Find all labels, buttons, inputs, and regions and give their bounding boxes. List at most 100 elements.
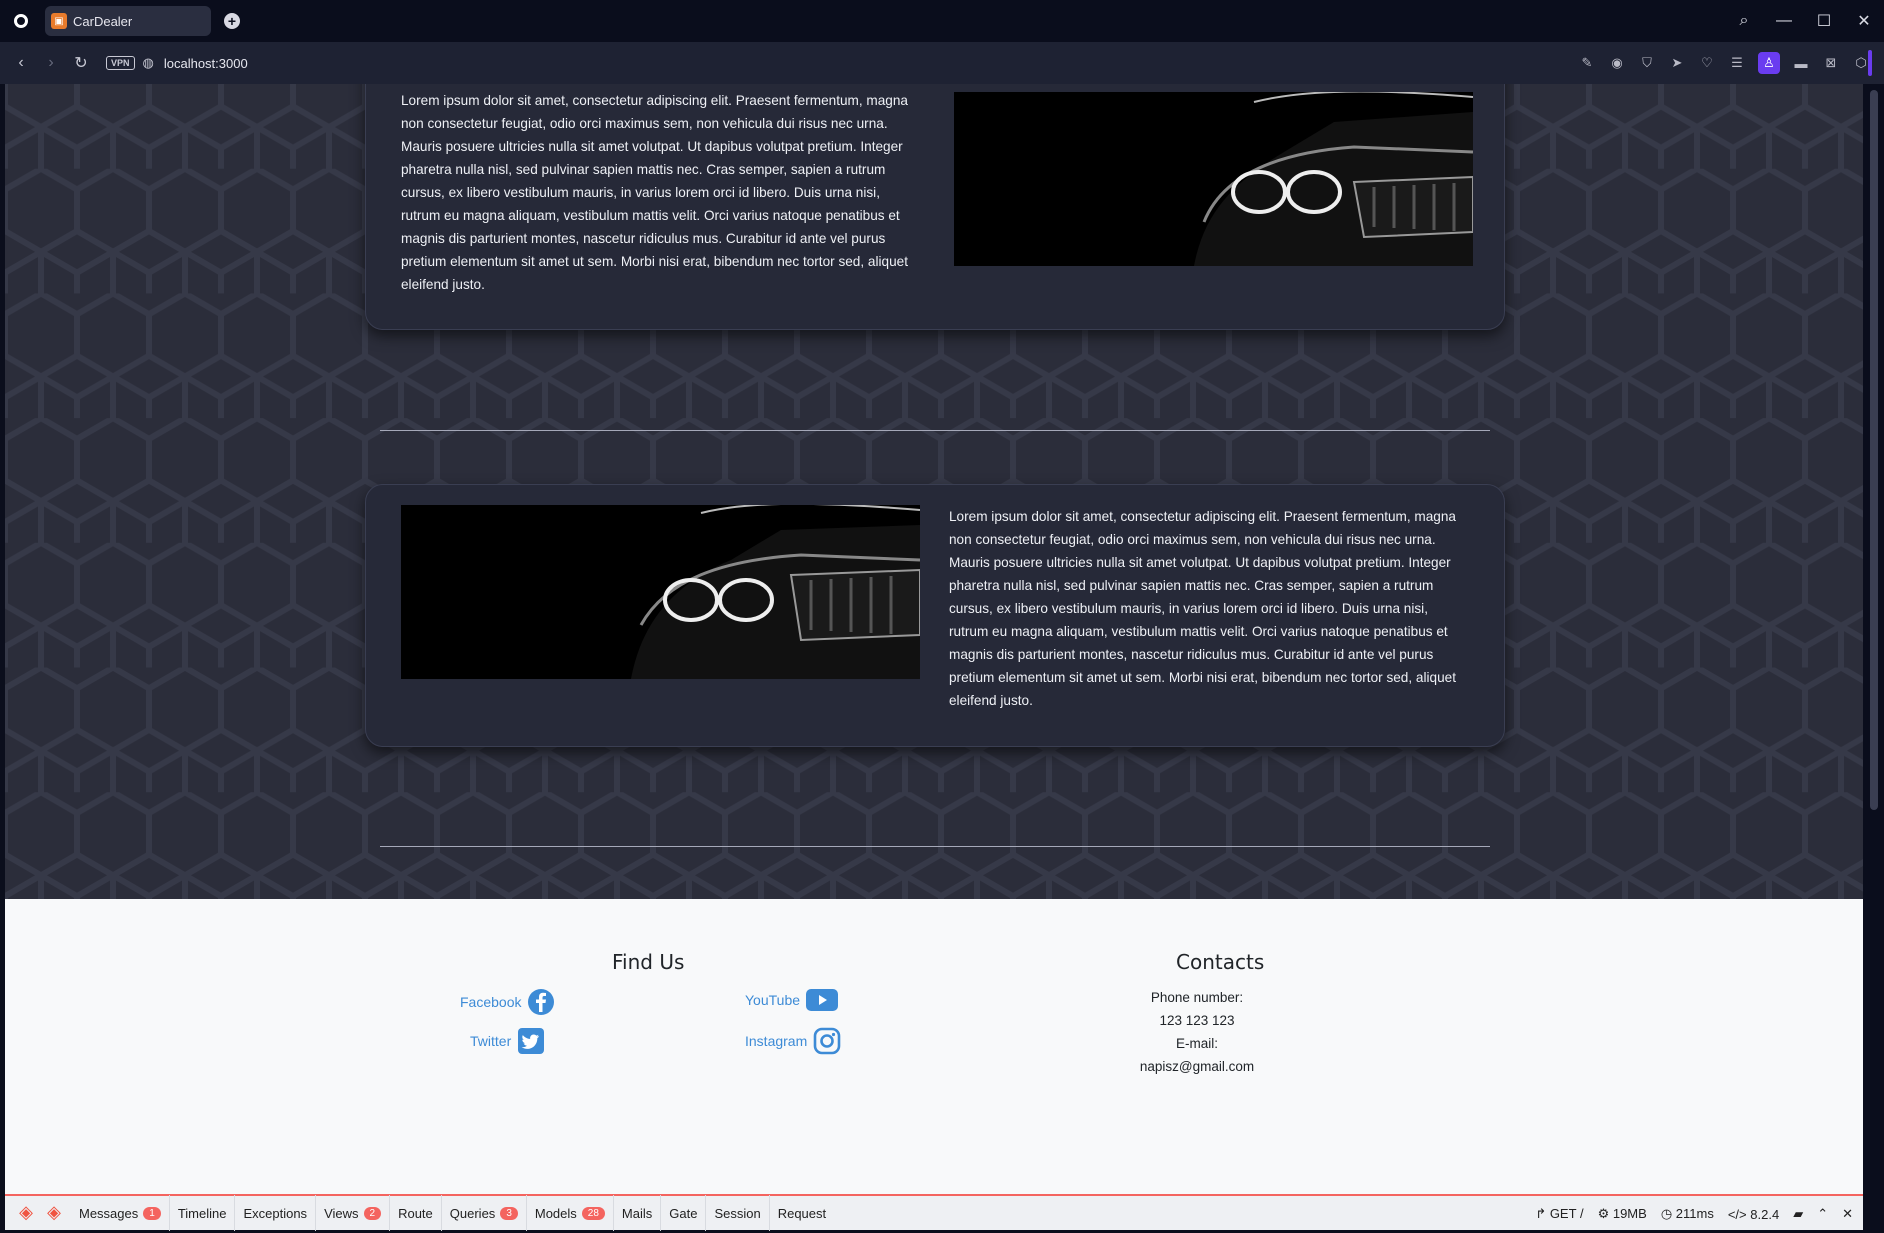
- debug-tab-label: Request: [777, 1205, 827, 1221]
- debug-tab-models[interactable]: Models 28: [527, 1195, 614, 1231]
- settings-sliders-icon[interactable]: ☰: [1728, 55, 1746, 71]
- debug-tab-badge: 2: [363, 1206, 382, 1220]
- youtube-link[interactable]: YouTube: [745, 988, 839, 1012]
- debug-tab-views[interactable]: Views 2: [316, 1195, 391, 1231]
- debug-tab-label: Views: [324, 1205, 359, 1221]
- debug-tab-badge: 1: [143, 1206, 161, 1220]
- debug-tab-label: Exceptions: [243, 1205, 308, 1221]
- memory-usage[interactable]: ⚙ 19MB: [1598, 1206, 1647, 1222]
- reload-icon[interactable]: ↻: [66, 53, 96, 73]
- clock-icon: ◷: [1660, 1206, 1673, 1221]
- debug-tab-badge: 28: [581, 1206, 605, 1220]
- card-text: Lorem ipsum dolor sit amet, consectetur …: [949, 509, 1456, 708]
- email-address: napisz@gmail.com: [1139, 1059, 1255, 1074]
- sidebar-accent: [1868, 50, 1872, 76]
- find-us-heading: Find Us: [612, 950, 685, 974]
- request-method-label: GET: [1549, 1206, 1577, 1221]
- send-icon[interactable]: ➤: [1668, 55, 1686, 71]
- content-card: Lorem ipsum dolor sit amet, consectetur …: [365, 84, 1505, 330]
- debug-tab-label: Gate: [669, 1205, 698, 1221]
- divider: [380, 846, 1490, 847]
- forward-icon[interactable]: ›: [36, 54, 66, 72]
- phone-label: Phone number:: [1150, 990, 1244, 1005]
- debug-tab-exceptions[interactable]: Exceptions: [235, 1195, 317, 1231]
- twitter-label: Twitter: [470, 1033, 512, 1049]
- divider: [380, 430, 1490, 431]
- folder-icon[interactable]: ▰: [1793, 1206, 1803, 1222]
- request-time[interactable]: ◷ 211ms: [1661, 1206, 1714, 1222]
- shield-icon[interactable]: ⛉: [1638, 55, 1656, 71]
- tab-title: CarDealer: [73, 13, 133, 29]
- sidebar-icon[interactable]: ▬: [1792, 56, 1810, 71]
- browser-tab[interactable]: ▣ CarDealer: [45, 6, 211, 36]
- scrollbar-thumb[interactable]: [1870, 90, 1878, 810]
- footer: Find Us Facebook YouTube Twitter Instagr…: [5, 899, 1863, 1194]
- debug-tab-label: Timeline: [177, 1205, 227, 1221]
- globe-icon: ◍: [142, 55, 154, 70]
- car-headlight-image: [954, 92, 1473, 266]
- request-route: /: [1579, 1206, 1584, 1221]
- request-method[interactable]: ↱ GET /: [1535, 1206, 1583, 1222]
- twitter-link[interactable]: Twitter: [470, 1027, 545, 1055]
- debug-tab-label: Models: [534, 1205, 577, 1221]
- facebook-label: Facebook: [460, 994, 522, 1010]
- page-content: Lorem ipsum dolor sit amet, consectetur …: [5, 84, 1863, 1194]
- php-version[interactable]: </> 8.2.4: [1728, 1207, 1779, 1222]
- debug-tab-label: Session: [714, 1205, 761, 1221]
- extensions-icon[interactable]: ⊠: [1822, 55, 1840, 71]
- close-button[interactable]: ✕: [1844, 11, 1884, 31]
- instagram-label: Instagram: [745, 1033, 808, 1049]
- profile-icon[interactable]: ♙: [1758, 52, 1780, 74]
- email-label: E-mail:: [1175, 1036, 1218, 1051]
- youtube-label: YouTube: [745, 992, 801, 1008]
- debug-tab-queries[interactable]: Queries 3: [442, 1195, 527, 1231]
- maximize-button[interactable]: ☐: [1804, 11, 1844, 31]
- content-card: Lorem ipsum dolor sit amet, consectetur …: [365, 484, 1505, 747]
- laravel-logo-icon[interactable]: ◈: [43, 1202, 65, 1224]
- code-icon: </>: [1727, 1206, 1747, 1222]
- time-value: 211ms: [1675, 1206, 1714, 1221]
- debug-tab-request[interactable]: Request: [770, 1195, 834, 1231]
- edit-icon[interactable]: ✎: [1578, 55, 1596, 71]
- instagram-icon: [813, 1027, 841, 1055]
- url-field[interactable]: localhost:3000: [164, 56, 248, 71]
- memory-value: 19MB: [1612, 1206, 1647, 1221]
- card-text: Lorem ipsum dolor sit amet, consectetur …: [401, 93, 908, 292]
- debug-tab-label: Queries: [449, 1205, 496, 1221]
- phone-number: 123 123 123: [1159, 1013, 1235, 1028]
- car-headlight-image: [401, 505, 920, 679]
- share-icon: ↱: [1535, 1206, 1547, 1221]
- favicon-icon: ▣: [51, 13, 67, 29]
- debug-tab-gate[interactable]: Gate: [661, 1195, 707, 1231]
- instagram-link[interactable]: Instagram: [745, 1027, 841, 1055]
- contact-details: Phone number: 123 123 123 E-mail: napisz…: [1117, 986, 1277, 1078]
- search-icon[interactable]: ⌕: [1724, 12, 1764, 30]
- new-tab-button[interactable]: +: [224, 13, 240, 29]
- debug-tab-label: Mails: [621, 1205, 653, 1221]
- contacts-heading: Contacts: [1176, 950, 1265, 974]
- php-version-value: 8.2.4: [1750, 1206, 1780, 1222]
- laravel-logo-icon[interactable]: ◈: [15, 1202, 37, 1224]
- opera-logo-icon[interactable]: [14, 14, 28, 28]
- twitter-icon: [518, 1028, 545, 1054]
- browser-titlebar: ▣ CarDealer + ⌕ — ☐ ✕: [0, 0, 1884, 42]
- debug-tab-timeline[interactable]: Timeline: [170, 1195, 236, 1231]
- minimize-button[interactable]: —: [1764, 12, 1804, 30]
- debugbar-stats: ↱ GET / ⚙ 19MB ◷ 211ms </> 8.2.4 ▰ ⌃ ✕: [1535, 1196, 1853, 1232]
- debug-tab-badge: 3: [500, 1206, 518, 1220]
- debug-tab-route[interactable]: Route: [390, 1195, 442, 1231]
- facebook-link[interactable]: Facebook: [460, 988, 555, 1016]
- debug-tab-mails[interactable]: Mails: [614, 1195, 662, 1231]
- back-icon[interactable]: ‹: [6, 54, 36, 72]
- camera-icon[interactable]: ◉: [1608, 55, 1626, 71]
- vpn-badge[interactable]: VPN: [106, 56, 135, 70]
- debug-tab-label: Route: [398, 1205, 433, 1221]
- debug-tab-session[interactable]: Session: [706, 1195, 770, 1231]
- address-bar: ‹ › ↻ VPN ◍ localhost:3000 ✎ ◉ ⛉ ➤ ♡ ☰ ♙…: [0, 42, 1884, 84]
- debug-tab-messages[interactable]: Messages 1: [71, 1195, 170, 1231]
- heart-icon[interactable]: ♡: [1698, 55, 1716, 71]
- chevron-up-icon[interactable]: ⌃: [1817, 1206, 1828, 1222]
- browser-toolbar: ✎ ◉ ⛉ ➤ ♡ ☰ ♙ ▬ ⊠ ⬡: [1578, 42, 1870, 84]
- close-icon[interactable]: ✕: [1842, 1206, 1853, 1222]
- facebook-icon: [528, 989, 555, 1015]
